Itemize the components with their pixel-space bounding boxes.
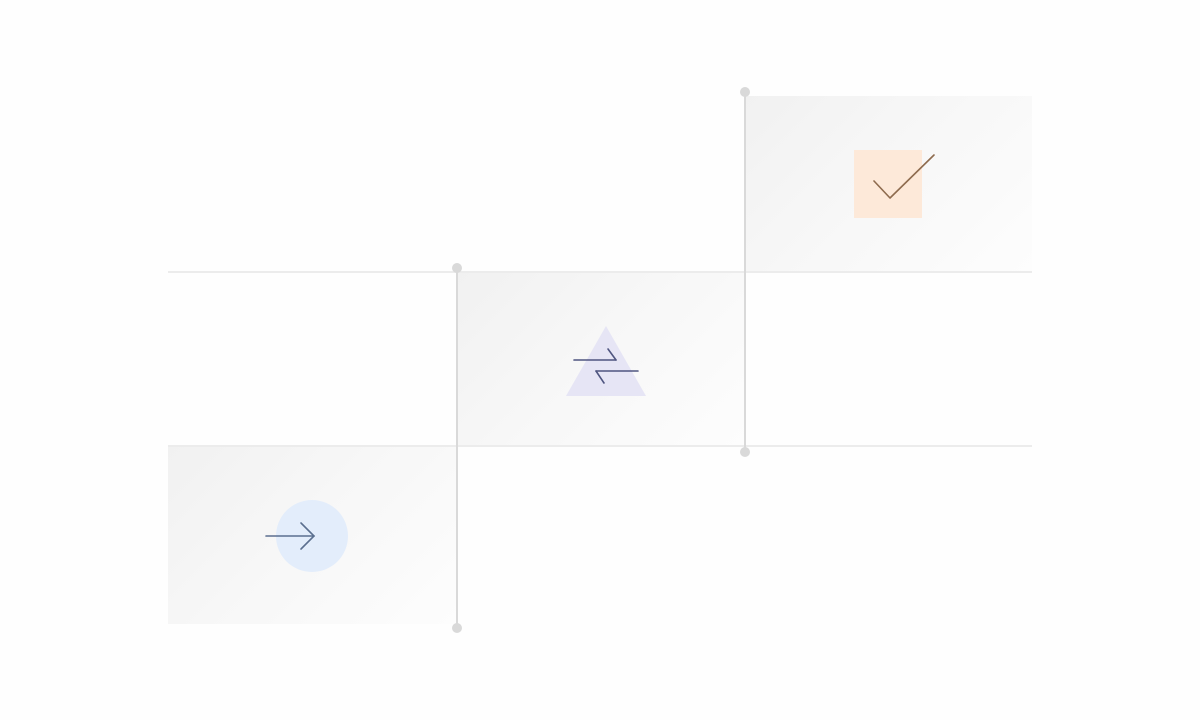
connector-1-top-dot	[452, 263, 462, 273]
connector-2-top-dot	[740, 87, 750, 97]
step-diagram	[0, 0, 1200, 720]
connector-1-bottom-dot	[452, 623, 462, 633]
step-2-marker	[560, 322, 652, 402]
connector-2-bottom-dot	[740, 447, 750, 457]
step-3-marker	[848, 144, 944, 224]
step-1-marker	[256, 496, 356, 576]
step-2-triangle-shape	[566, 326, 646, 396]
connector-line-1	[456, 268, 458, 628]
connector-line-2	[744, 92, 746, 452]
step-3-square-shape	[854, 150, 922, 218]
